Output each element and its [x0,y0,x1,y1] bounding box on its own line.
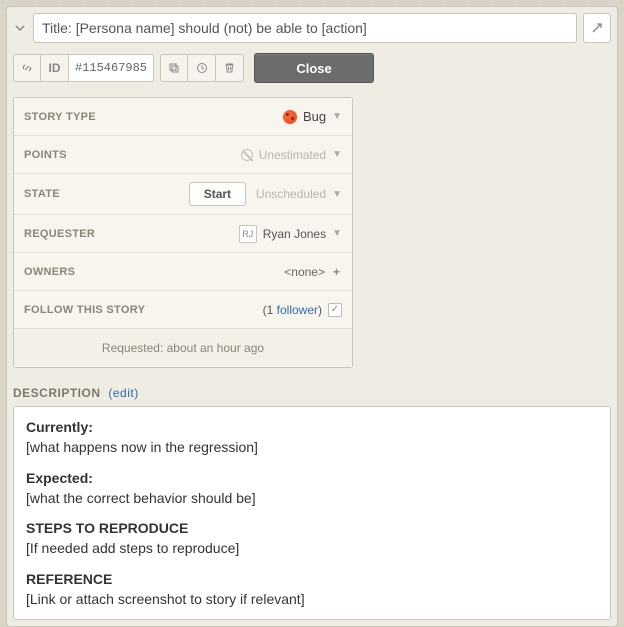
id-label: ID [41,54,69,82]
story-title-input[interactable] [33,13,577,43]
row-points[interactable]: POINTS Unestimated ▼ [14,136,352,174]
desc-reference-body: [Link or attach screenshot to story if r… [26,591,305,607]
story-type-value: Bug [303,109,326,124]
desc-currently-heading: Currently: [26,419,93,435]
follow-checkbox[interactable]: ✓ [328,303,342,317]
link-icon[interactable] [13,54,41,82]
close-button[interactable]: Close [254,53,374,83]
clone-icon[interactable] [160,54,188,82]
story-panel: ID #115467985 Close STORY TYPE Bug ▼ POI… [6,6,618,627]
followers-link[interactable]: follower [277,303,318,317]
description-heading: DESCRIPTION (edit) [13,386,611,400]
desc-steps-heading: STEPS TO REPRODUCE [26,520,188,536]
follow-label: FOLLOW THIS STORY [24,304,263,316]
desc-expected-body: [what the correct behavior should be] [26,490,256,506]
state-value: Unscheduled [256,187,326,201]
expand-story-button[interactable] [583,13,611,43]
toolbar: ID #115467985 Close [13,53,611,83]
story-id-value[interactable]: #115467985 [69,54,154,82]
avatar: RJ [239,225,257,243]
story-details: STORY TYPE Bug ▼ POINTS Unestimated ▼ ST… [13,97,353,368]
row-story-type[interactable]: STORY TYPE Bug ▼ [14,98,352,136]
requester-value: Ryan Jones [263,227,326,241]
history-icon[interactable] [188,54,216,82]
row-state: STATE Start Unscheduled ▼ [14,174,352,215]
chevron-down-icon: ▼ [332,189,342,200]
desc-steps-body: [If needed add steps to reproduce] [26,540,239,556]
desc-expected-heading: Expected: [26,470,93,486]
state-label: STATE [24,188,189,200]
delete-icon[interactable] [216,54,244,82]
chevron-down-icon: ▼ [332,228,342,239]
state-dropdown[interactable]: Unscheduled ▼ [256,187,342,201]
row-owners[interactable]: OWNERS <none> + [14,253,352,291]
row-requester[interactable]: REQUESTER RJ Ryan Jones ▼ [14,215,352,253]
requested-timestamp: Requested: about an hour ago [14,329,352,367]
description-body[interactable]: Currently: [what happens now in the regr… [13,406,611,620]
story-type-label: STORY TYPE [24,111,283,123]
chevron-down-icon: ▼ [332,111,342,122]
follow-count: (1 follower) [263,303,322,317]
points-value: Unestimated [259,148,326,162]
unestimated-icon [241,149,253,161]
start-button[interactable]: Start [189,182,246,206]
desc-currently-body: [what happens now in the regression] [26,439,258,455]
points-label: POINTS [24,149,241,161]
owners-label: OWNERS [24,266,284,278]
add-owner-button[interactable]: + [331,265,342,279]
bug-icon [283,110,297,124]
requester-label: REQUESTER [24,228,239,240]
row-follow: FOLLOW THIS STORY (1 follower) ✓ [14,291,352,329]
collapse-caret-icon[interactable] [13,21,27,35]
owners-value: <none> [284,265,325,279]
edit-description-link[interactable]: (edit) [108,386,138,400]
title-row [13,13,611,43]
desc-reference-heading: REFERENCE [26,571,112,587]
chevron-down-icon: ▼ [332,149,342,160]
